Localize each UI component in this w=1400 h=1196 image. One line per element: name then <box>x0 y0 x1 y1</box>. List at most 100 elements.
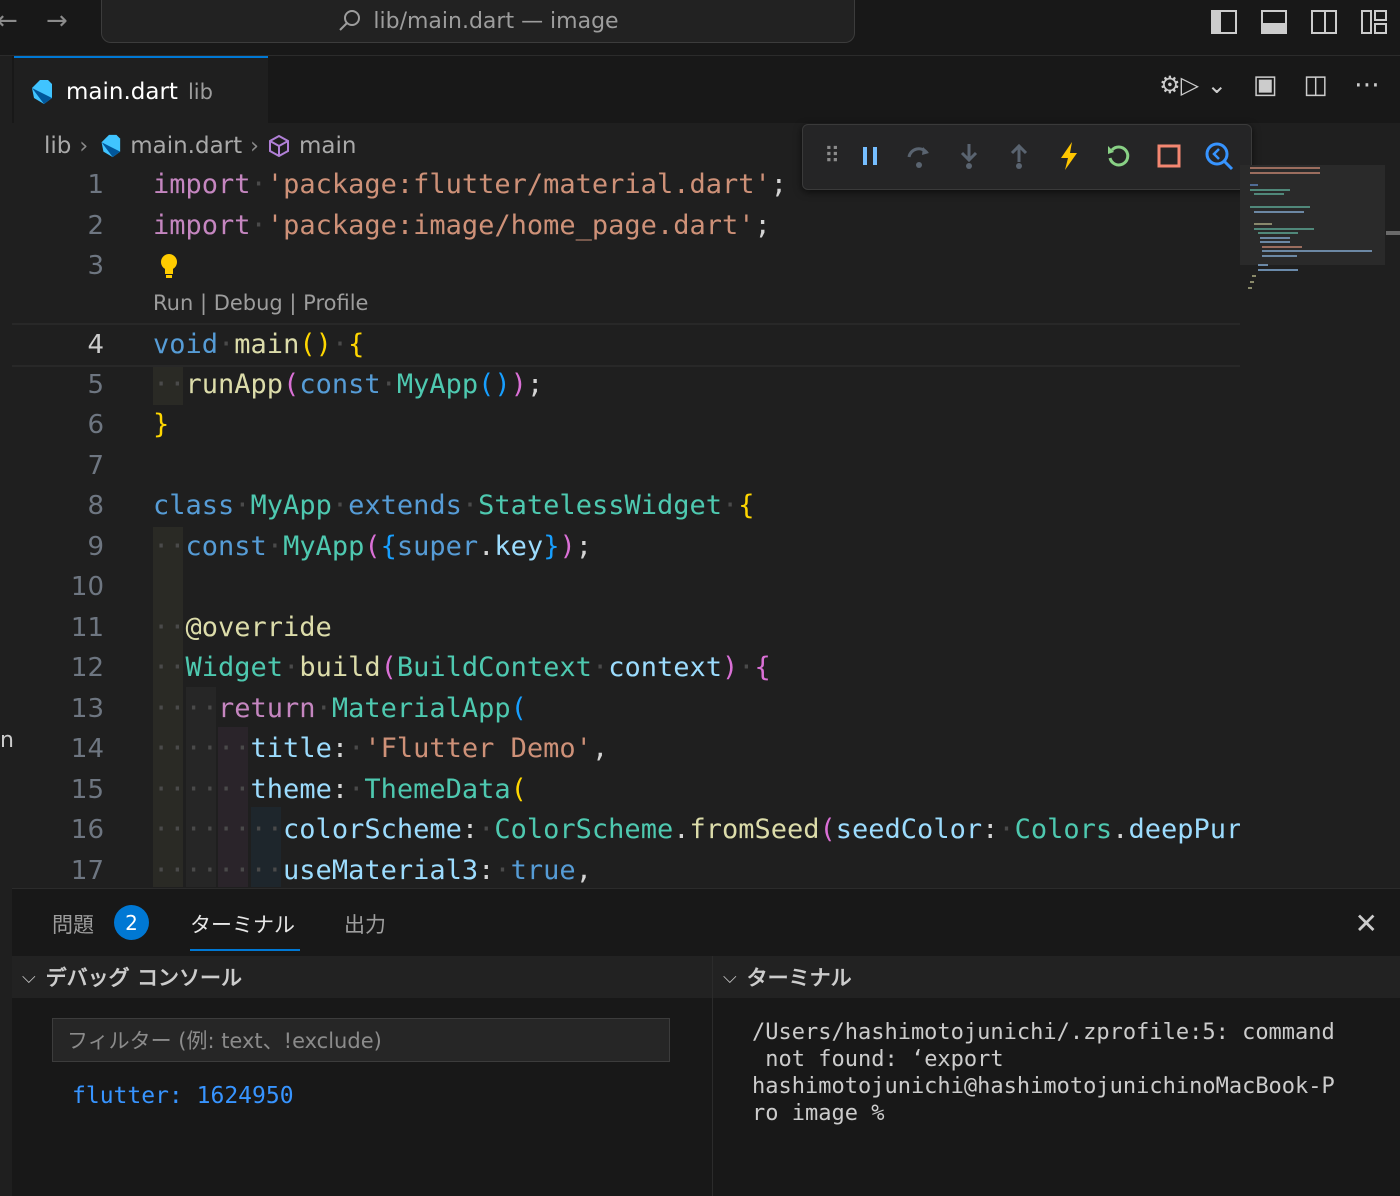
title-bar: ← → lib/main.dart — image <box>0 0 1400 56</box>
code-line: 1 import·'package:flutter/material.dart'… <box>12 165 1240 205</box>
codelens-run-debug-profile[interactable]: Run | Debug | Profile <box>153 291 368 315</box>
code-line: 12 ··Widget·build(BuildContext·context)·… <box>12 648 1240 688</box>
editor-actions: ⚙▷ ⌄ ▣ ◫ ⋯ <box>1159 70 1380 100</box>
debug-console-filter-input[interactable]: フィルター (例: text、!exclude) <box>52 1018 670 1062</box>
code-line: 11 ··@override <box>12 608 1240 648</box>
tab-output[interactable]: 出力 <box>344 909 386 939</box>
line-number: 6 <box>87 410 104 440</box>
code-token: extends <box>348 490 462 521</box>
tab-main-dart[interactable]: main.dart lib <box>14 56 268 125</box>
search-text: lib/main.dart — image <box>373 8 619 34</box>
code-token: MaterialApp <box>331 693 511 724</box>
dart-file-icon <box>32 79 52 104</box>
line-number: 2 <box>87 211 104 241</box>
line-number: 4 <box>87 330 104 360</box>
code-token: true <box>510 855 576 886</box>
code-line: 8 class·MyApp·extends·StatelessWidget·{ <box>12 486 1240 526</box>
code-editor[interactable]: 1 import·'package:flutter/material.dart'… <box>12 165 1240 887</box>
code-line: 2 import·'package:image/home_page.dart'; <box>12 206 1240 246</box>
code-token: @override <box>185 612 332 643</box>
line-number: 8 <box>87 491 104 521</box>
code-line: 13 ····return·MaterialApp( <box>12 689 1240 729</box>
code-token: return <box>218 693 316 724</box>
open-device-icon[interactable]: ▣ <box>1253 70 1278 100</box>
minimap-slider[interactable] <box>1240 165 1385 265</box>
dart-file-icon <box>101 134 121 158</box>
bottom-panel: 問題 2 ターミナル 出力 ✕ ⌵ デバッグ コンソール ⌵ ターミナル フィル… <box>12 888 1400 1196</box>
code-token: 'package:flutter/material.dart' <box>266 169 771 200</box>
editor-tab-bar: main.dart lib ⚙▷ ⌄ ▣ ◫ ⋯ <box>12 56 1400 125</box>
scrollbar-indicator[interactable] <box>1386 231 1400 235</box>
code-token: BuildContext <box>396 652 592 683</box>
line-number: 15 <box>70 775 104 805</box>
code-token: MyApp <box>283 531 365 562</box>
toggle-panel-icon[interactable] <box>1260 8 1288 36</box>
code-token: ColorScheme <box>494 814 674 845</box>
breadcrumb-folder[interactable]: lib <box>44 133 71 159</box>
code-token: title <box>250 733 332 764</box>
line-number: 3 <box>87 251 104 281</box>
code-token: import <box>153 169 251 200</box>
layout-controls <box>1210 8 1400 36</box>
line-number: 10 <box>70 572 104 602</box>
code-line: 14 ······title:·'Flutter Demo', <box>12 729 1240 769</box>
code-token: import <box>153 210 251 241</box>
code-token: build <box>299 652 381 683</box>
more-actions-icon[interactable]: ⋯ <box>1354 70 1380 100</box>
panel-tab-bar: 問題 2 ターミナル 出力 ✕ <box>12 889 1400 955</box>
debug-console-header[interactable]: ⌵ デバッグ コンソール <box>12 956 712 998</box>
code-token: Widget <box>185 652 284 683</box>
code-line: 6 } <box>12 405 1240 445</box>
line-number: 1 <box>87 170 104 200</box>
tab-file-description: lib <box>187 79 213 104</box>
code-line: 16 ········colorScheme:·ColorScheme.from… <box>12 810 1240 850</box>
line-number: 13 <box>70 694 104 724</box>
problems-count-badge: 2 <box>114 905 149 940</box>
tab-file-name: main.dart <box>66 78 178 105</box>
run-debug-icon[interactable]: ⚙▷ ⌄ <box>1159 71 1227 99</box>
terminal-output[interactable]: /Users/hashimotojunichi/.zprofile:5: com… <box>752 1019 1362 1127</box>
code-token: super <box>396 531 479 562</box>
code-token: MyApp <box>396 369 479 400</box>
code-token: const <box>185 531 267 562</box>
arrow-left-icon[interactable]: ← <box>0 6 18 36</box>
split-editor-icon[interactable]: ◫ <box>1303 70 1328 100</box>
line-number: 5 <box>87 370 104 400</box>
lightbulb-icon[interactable] <box>159 252 179 280</box>
arrow-right-icon[interactable]: → <box>46 6 68 36</box>
code-token: deepPur <box>1128 814 1240 845</box>
tab-terminal[interactable]: ターミナル <box>190 909 295 939</box>
code-line: 10 <box>12 567 1240 607</box>
code-line: 7 <box>12 446 1240 486</box>
toggle-primary-sidebar-icon[interactable] <box>1210 8 1238 36</box>
code-token: runApp <box>185 369 284 400</box>
code-line: 9 ··const·MyApp({super.key}); <box>12 527 1240 567</box>
left-edge-text: n <box>0 728 14 753</box>
code-token: StatelessWidget <box>478 490 722 521</box>
code-token: useMaterial3 <box>283 855 479 886</box>
toggle-secondary-sidebar-icon[interactable] <box>1310 8 1338 36</box>
code-token: key <box>494 531 544 562</box>
breadcrumb-file[interactable]: main.dart <box>130 133 242 159</box>
code-token: fromSeed <box>689 814 820 845</box>
breadcrumb-symbol[interactable]: main <box>299 133 356 159</box>
line-number: 12 <box>70 653 104 683</box>
panel-split-divider[interactable] <box>712 956 713 1196</box>
minimap[interactable] <box>1240 165 1400 887</box>
code-line: 3 <box>12 246 1240 286</box>
code-token: main <box>234 329 300 360</box>
symbol-method-icon <box>268 134 289 158</box>
tab-problems[interactable]: 問題 <box>52 909 94 939</box>
chevron-down-icon: ⌵ <box>723 966 737 988</box>
command-center-search[interactable]: lib/main.dart — image <box>101 0 855 43</box>
customize-layout-icon[interactable] <box>1360 8 1388 36</box>
terminal-header[interactable]: ⌵ ターミナル <box>713 956 1400 998</box>
chevron-right-icon: › <box>250 133 259 159</box>
code-token: context <box>608 652 723 683</box>
close-icon[interactable]: ✕ <box>1355 907 1378 940</box>
code-token: MyApp <box>250 490 332 521</box>
line-number: 14 <box>70 734 104 764</box>
debug-console-title: デバッグ コンソール <box>45 966 242 990</box>
code-token: ThemeData <box>364 774 511 805</box>
code-token: seedColor <box>835 814 983 845</box>
